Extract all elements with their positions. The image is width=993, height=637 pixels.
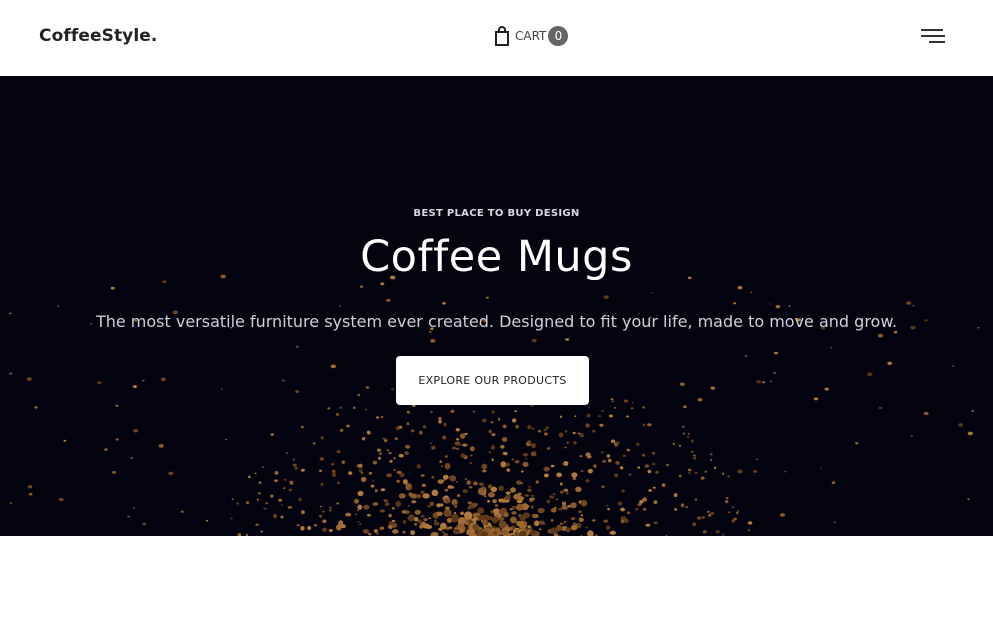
site-header: CoffeeStyle. CART 0	[0, 0, 993, 76]
hero-title: Coffee Mugs	[360, 232, 633, 282]
explore-products-button[interactable]: EXPLORE OUR PRODUCTS	[396, 356, 589, 405]
hero-subtitle: The most versatile furniture system ever…	[95, 312, 898, 331]
cart-count-badge: 0	[548, 26, 569, 46]
hero-banner: BEST PLACE TO BUY DESIGN Coffee Mugs The…	[0, 76, 993, 536]
hero-eyebrow: BEST PLACE TO BUY DESIGN	[413, 208, 580, 219]
content-area	[0, 536, 993, 637]
hamburger-menu-icon[interactable]	[920, 27, 946, 45]
site-logo[interactable]: CoffeeStyle.	[39, 26, 157, 46]
shopping-bag-icon	[495, 26, 509, 46]
hero-content: BEST PLACE TO BUY DESIGN Coffee Mugs The…	[0, 76, 993, 536]
cart-button[interactable]: CART 0	[494, 25, 569, 47]
cart-label: CART	[515, 29, 547, 43]
